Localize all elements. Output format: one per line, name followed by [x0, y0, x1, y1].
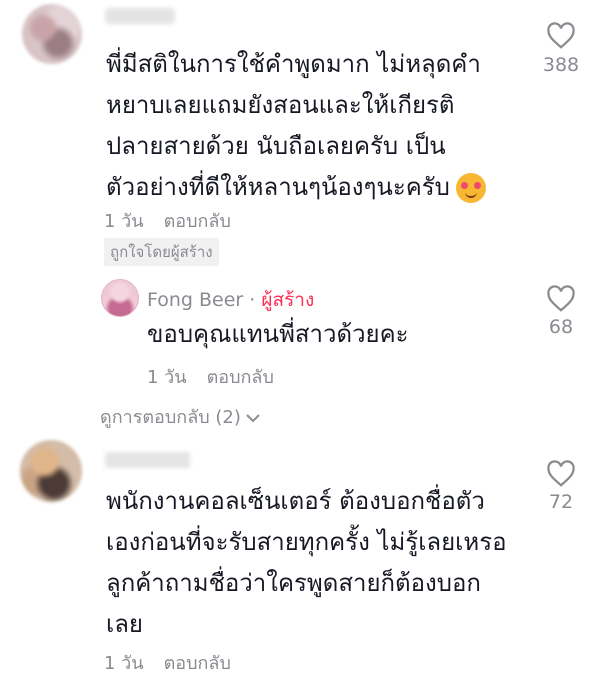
reply-button[interactable]: ตอบกลับ — [164, 211, 231, 232]
chevron-down-icon — [246, 414, 260, 423]
reply-button[interactable]: ตอบกลับ — [164, 653, 231, 674]
heart-icon[interactable] — [546, 285, 576, 313]
comment-avatar[interactable] — [22, 4, 82, 64]
separator: · — [243, 289, 262, 311]
comment-time: 1 วัน — [104, 653, 144, 674]
reply-avatar[interactable] — [101, 279, 139, 317]
creator-label: ผู้สร้าง — [261, 289, 315, 311]
reply-author[interactable]: Fong Beer — [147, 289, 243, 311]
heart-icon[interactable] — [546, 460, 576, 488]
comment-meta: 1 วัน ตอบกลับ — [104, 648, 251, 677]
reply-text: ขอบคุณแทนพี่สาวด้วยคะ — [147, 320, 409, 348]
like-count: 68 — [548, 316, 574, 338]
heart-icon[interactable] — [546, 22, 576, 50]
view-replies-button[interactable]: ดูการตอบกลับ (2) — [100, 402, 261, 431]
reply-button[interactable]: ตอบกลับ — [207, 367, 274, 388]
reply-time: 1 วัน — [147, 367, 187, 388]
comment-text: พี่มีสติในการใช้คำพูดมาก ไม่หลุดคำ หยาบเ… — [106, 44, 526, 208]
reply-meta: 1 วัน ตอบกลับ — [147, 362, 294, 391]
comment-meta: 1 วัน ตอบกลับ — [104, 206, 251, 235]
comment-text: พนักงานคอลเซ็นเตอร์ ต้องบอกชื่อตัว เองก่… — [106, 487, 507, 638]
comment-time: 1 วัน — [104, 211, 144, 232]
like-count: 388 — [542, 54, 580, 76]
like-count: 72 — [548, 491, 574, 513]
comment-username[interactable] — [105, 8, 175, 24]
smiling-face-with-hearts-icon — [455, 173, 486, 203]
comment-avatar[interactable] — [20, 440, 82, 502]
liked-by-creator-badge: ถูกใจโดยผู้สร้าง — [104, 238, 219, 266]
comment-username[interactable] — [105, 452, 190, 468]
reply-header: Fong Beer · ผู้สร้าง — [147, 285, 314, 315]
